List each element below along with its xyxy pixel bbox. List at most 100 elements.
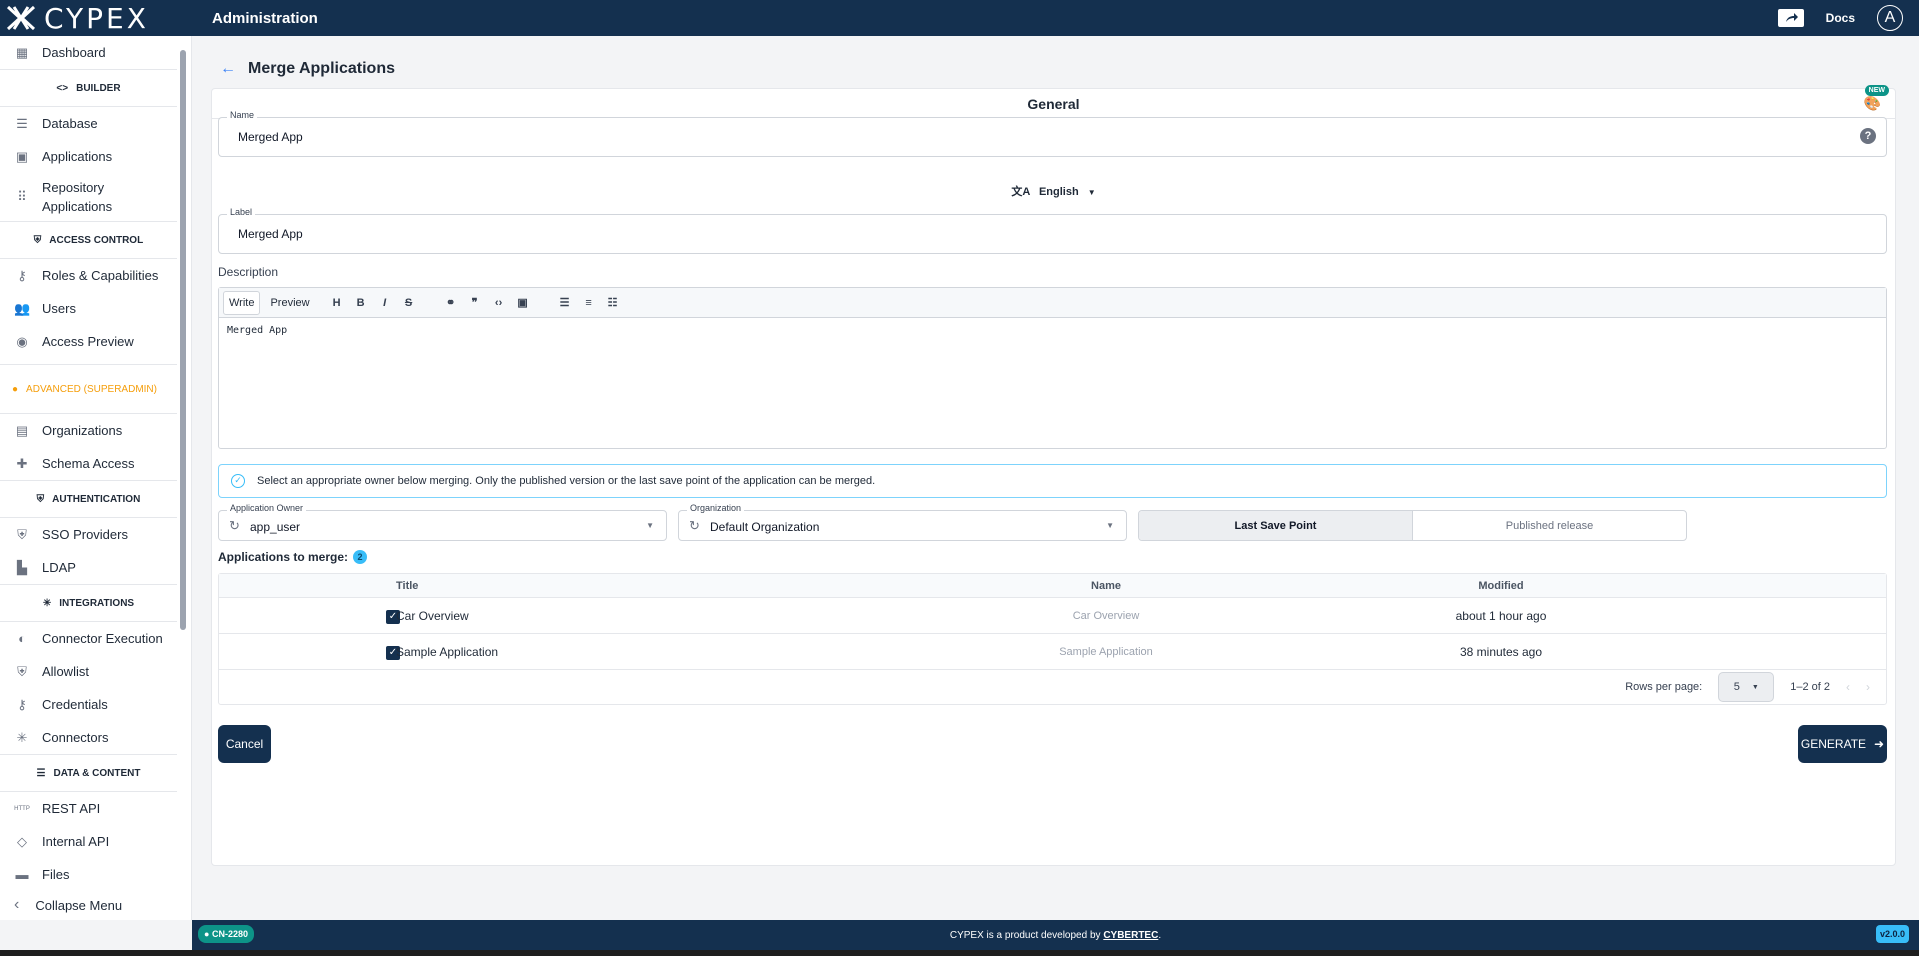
sidebar-item-users[interactable]: 👥 Users xyxy=(0,292,191,325)
sidebar-item-label: Applications xyxy=(42,149,113,164)
sidebar-item-ldap[interactable]: ▙ LDAP xyxy=(0,551,191,584)
name-field[interactable]: Name Merged App ? xyxy=(218,110,1887,157)
code-icon: <> xyxy=(56,82,69,94)
sidebar-item-connectors[interactable]: ✳ Connectors xyxy=(0,721,191,754)
folder-icon: ▬ xyxy=(15,866,29,882)
sidebar-item-connector-execution[interactable]: ◐ Connector Execution xyxy=(0,622,191,655)
column-header-modified[interactable]: Modified xyxy=(1336,580,1616,592)
version-badge: v2.0.0 xyxy=(1875,925,1909,943)
generate-label: GENERATE xyxy=(1800,737,1867,751)
description-label: Description xyxy=(218,265,279,279)
collapse-menu-button[interactable]: ‹ Collapse Menu xyxy=(0,890,180,920)
refresh-icon[interactable]: ↻ xyxy=(229,518,240,534)
sidebar-item-organizations[interactable]: ▤ Organizations xyxy=(0,414,191,447)
back-arrow-icon[interactable]: ← xyxy=(220,60,236,78)
quote-icon[interactable]: ❞ xyxy=(468,296,482,309)
italic-icon[interactable]: I xyxy=(378,297,392,309)
heading-icon[interactable]: H xyxy=(330,297,344,309)
sidebar-item-label: REST API xyxy=(42,801,101,816)
language-selector[interactable]: 文A English ▼ xyxy=(212,183,1895,199)
section-label: ACCESS CONTROL xyxy=(49,234,144,246)
name-value: Merged App xyxy=(238,130,303,144)
column-header-title[interactable]: Title xyxy=(396,580,876,592)
chevron-left-icon: ‹ xyxy=(14,896,20,913)
numbered-list-icon[interactable]: ≡ xyxy=(582,297,596,309)
prev-page-icon[interactable]: ‹ xyxy=(1846,680,1850,694)
code-icon[interactable]: ‹› xyxy=(492,297,506,309)
sidebar-scrollbar[interactable] xyxy=(178,40,188,916)
rows-per-page-value: 5 xyxy=(1733,681,1740,693)
sidebar-item-applications[interactable]: ▣ Applications xyxy=(0,140,191,173)
preview-tab[interactable]: Preview xyxy=(270,297,309,309)
info-alert: ✓ Select an appropriate owner below merg… xyxy=(218,464,1887,498)
next-page-icon[interactable]: › xyxy=(1866,680,1870,694)
write-tab[interactable]: Write xyxy=(223,290,261,315)
footer-prefix: CYPEX is a product developed by xyxy=(949,929,1104,941)
logo[interactable]: CYPEX xyxy=(0,0,192,36)
sidebar-item-credentials[interactable]: ⚷ Credentials xyxy=(0,688,191,721)
table-pagination: Rows per page: 5 ▼ 1–2 of 2 ‹ › xyxy=(219,670,1886,704)
last-save-point-button[interactable]: Last Save Point xyxy=(1139,511,1412,540)
palette-icon[interactable]: 🎨 xyxy=(1864,95,1881,112)
sidebar-item-label: Credentials xyxy=(42,697,108,712)
published-release-button[interactable]: Published release xyxy=(1412,511,1686,540)
editor-toolbar: Write Preview H B I S ⚭ ❞ ‹› ▣ ☰ ≡ ☷ xyxy=(219,288,1886,318)
markdown-editor[interactable]: Write Preview H B I S ⚭ ❞ ‹› ▣ ☰ ≡ ☷ Mer… xyxy=(218,287,1887,449)
bold-icon[interactable]: B xyxy=(354,297,368,309)
help-icon[interactable]: ? xyxy=(1860,128,1876,144)
docs-link[interactable]: Docs xyxy=(1826,11,1855,25)
column-header-name[interactable]: Name xyxy=(876,580,1336,592)
cancel-button[interactable]: Cancel xyxy=(218,725,271,763)
owner-label: Application Owner xyxy=(227,503,307,513)
bullet-list-icon[interactable]: ☰ xyxy=(558,296,572,309)
key-icon: ⚷ xyxy=(17,267,27,283)
rows-per-page-select[interactable]: 5 ▼ xyxy=(1718,672,1775,702)
chevron-down-icon: ▼ xyxy=(1751,683,1759,691)
sidebar-item-access-preview[interactable]: ◉ Access Preview xyxy=(0,325,191,358)
editor-textarea[interactable]: Merged App xyxy=(219,318,1886,343)
label-label: Label xyxy=(227,207,256,217)
github-badge[interactable]: ● CN-2280 xyxy=(198,925,254,943)
sidebar-item-dashboard[interactable]: ▦ Dashboard xyxy=(0,36,191,69)
sidebar-item-internal-api[interactable]: ◇ Internal API xyxy=(0,825,191,858)
sidebar-item-sso-providers[interactable]: ⛨ SSO Providers xyxy=(0,518,191,551)
link-icon[interactable]: ⚭ xyxy=(444,296,458,309)
list-icon: ☰ xyxy=(36,767,46,779)
generate-button[interactable]: GENERATE ➜ xyxy=(1798,725,1887,763)
sidebar-item-roles[interactable]: ⚷ Roles & Capabilities xyxy=(0,259,191,292)
shield-icon: ⛨ xyxy=(33,234,42,246)
check-circle-icon: ✓ xyxy=(231,474,245,488)
table-header: Title Name Modified xyxy=(219,574,1886,598)
scrollbar-thumb[interactable] xyxy=(180,50,186,630)
sidebar-item-rest-api[interactable]: HTTP REST API xyxy=(0,792,191,825)
label-field[interactable]: Label Merged App xyxy=(218,207,1887,254)
cybertec-link[interactable]: CYBERTEC xyxy=(1103,930,1158,941)
apps-title-text: Applications to merge: xyxy=(218,550,349,564)
sidebar-item-files[interactable]: ▬ Files xyxy=(0,858,191,891)
shield-icon: ⛨ xyxy=(17,526,27,542)
branch-label: CN-2280 xyxy=(211,929,248,939)
version-toggle: Last Save Point Published release xyxy=(1138,510,1687,541)
sidebar-item-label: Internal API xyxy=(42,834,110,849)
table-row[interactable]: ✓ Sample Application Sample Application … xyxy=(219,634,1886,670)
sidebar-item-schema-access[interactable]: ✚ Schema Access xyxy=(0,447,191,480)
sidebar-item-label: Connector Execution xyxy=(42,631,163,646)
footer-suffix: . xyxy=(1158,929,1162,941)
refresh-icon[interactable]: ↻ xyxy=(689,518,700,534)
sidebar-item-label: Organizations xyxy=(42,423,123,438)
sidebar-item-database[interactable]: ☰ Database xyxy=(0,107,191,140)
share-screen-icon[interactable] xyxy=(1777,9,1804,27)
strikethrough-icon[interactable]: S xyxy=(402,297,416,309)
footer-text: CYPEX is a product developed by CYBERTEC… xyxy=(950,930,1161,941)
table-row[interactable]: ✓ Car Overview Car Overview about 1 hour… xyxy=(219,598,1886,634)
application-owner-select[interactable]: Application Owner ↻ app_user ▼ xyxy=(218,503,667,541)
organization-select[interactable]: Organization ↻ Default Organization ▼ xyxy=(678,503,1127,541)
sidebar-item-allowlist[interactable]: ⛨ Allowlist xyxy=(0,655,191,688)
image-icon[interactable]: ▣ xyxy=(516,296,530,309)
sidebar-item-repository-applications[interactable]: ⠿ Repository Applications xyxy=(0,173,191,221)
puzzle-icon: ✚ xyxy=(16,455,28,471)
task-list-icon[interactable]: ☷ xyxy=(606,296,620,309)
hub-icon: ✳ xyxy=(42,597,52,609)
avatar[interactable]: A xyxy=(1877,5,1903,31)
eye-icon: ◉ xyxy=(16,333,28,349)
